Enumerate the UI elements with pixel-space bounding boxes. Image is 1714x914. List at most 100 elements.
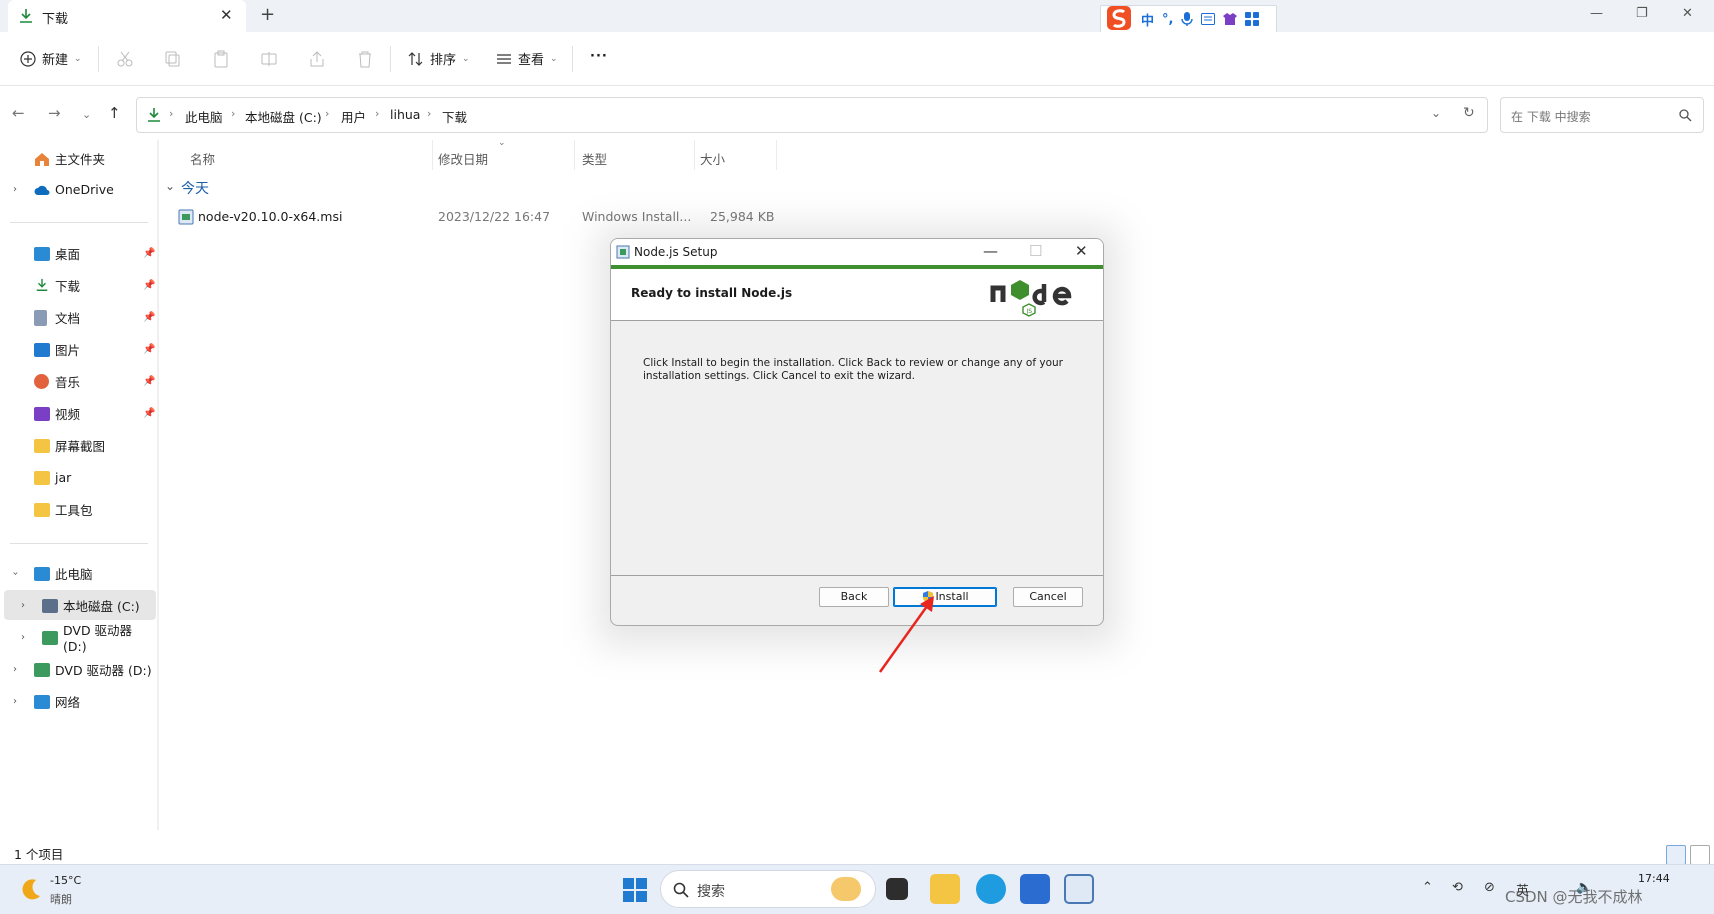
column-divider[interactable] <box>574 140 575 170</box>
pin-icon[interactable]: 📌 <box>143 408 155 419</box>
column-header-type[interactable]: 类型 <box>582 149 607 168</box>
breadcrumb-users[interactable]: 用户 <box>341 107 366 126</box>
back-arrow-icon[interactable]: ← <box>12 104 25 122</box>
refresh-icon[interactable]: ↻ <box>1463 105 1475 121</box>
maximize-window-button[interactable]: ❐ <box>1636 6 1648 21</box>
recent-chevron-icon[interactable]: ⌄ <box>82 108 91 121</box>
file-explorer-taskbar-icon[interactable] <box>930 874 960 904</box>
sidebar-item-drive-c[interactable]: › 本地磁盘 (C:) <box>4 590 156 620</box>
sidebar-item-documents[interactable]: 文档 📌 <box>0 302 156 332</box>
pin-icon[interactable]: 📌 <box>143 280 155 291</box>
edge-browser-icon[interactable] <box>976 874 1006 904</box>
taskbar-search-box[interactable]: 搜索 <box>660 870 876 908</box>
sidebar-item-onedrive[interactable]: › OneDrive <box>0 174 156 204</box>
column-divider[interactable] <box>432 140 433 170</box>
skin-shirt-icon[interactable] <box>1223 12 1238 26</box>
show-hidden-icons-chevron[interactable]: ⌃ <box>1422 880 1433 895</box>
weather-moon-icon[interactable] <box>18 876 44 902</box>
sidebar-item-dvd-d-root[interactable]: › DVD 驱动器 (D:) C <box>0 654 156 684</box>
address-history-chevron-icon[interactable]: ⌄ <box>1431 106 1441 120</box>
sidebar-item-desktop[interactable]: 桌面 📌 <box>0 238 156 268</box>
dialog-minimize-button[interactable]: — <box>983 242 998 260</box>
group-header-today[interactable]: 今天 <box>181 178 209 198</box>
sidebar-scrollbar[interactable] <box>157 140 159 830</box>
sort-button[interactable]: 排序 ⌄ <box>408 49 470 68</box>
sidebar-item-home[interactable]: 主文件夹 <box>0 143 156 173</box>
column-header-size[interactable]: 大小 <box>700 149 725 168</box>
search-input[interactable]: 在 下载 中搜索 <box>1511 108 1591 125</box>
expand-chevron-icon[interactable]: › <box>13 184 17 195</box>
collapse-chevron-icon[interactable]: › <box>10 571 21 575</box>
forward-arrow-icon[interactable]: → <box>48 104 61 122</box>
sidebar-item-this-pc[interactable]: › 此电脑 <box>0 558 156 588</box>
pin-icon[interactable]: 📌 <box>143 248 155 259</box>
search-icon[interactable] <box>1679 109 1692 122</box>
breadcrumb-drive-c[interactable]: 本地磁盘 (C:) <box>245 107 322 126</box>
column-divider[interactable] <box>694 140 695 170</box>
sort-arrows-icon <box>408 51 423 66</box>
sidebar-item-screenshots[interactable]: 屏幕截图 <box>0 430 156 460</box>
microsoft-store-icon[interactable] <box>1020 874 1050 904</box>
sidebar-item-videos[interactable]: 视频 📌 <box>0 398 156 428</box>
sync-icon[interactable]: ⟲ <box>1452 880 1463 895</box>
breadcrumb-lihua[interactable]: lihua <box>390 107 420 122</box>
network-status-icon[interactable]: ⊘ <box>1484 880 1495 895</box>
ime-toolbar[interactable]: 中 °, <box>1100 5 1277 33</box>
paste-icon[interactable] <box>212 50 230 68</box>
close-window-button[interactable]: ✕ <box>1682 6 1693 21</box>
tiles-view-toggle-icon[interactable] <box>1690 845 1710 865</box>
minimize-window-button[interactable]: — <box>1590 6 1603 21</box>
ime-mode[interactable]: 中 <box>1141 10 1154 29</box>
expand-chevron-icon[interactable]: › <box>13 696 17 707</box>
cut-icon[interactable] <box>116 50 134 68</box>
column-divider[interactable] <box>776 140 777 170</box>
sidebar-item-downloads[interactable]: 下载 📌 <box>0 270 156 300</box>
column-header-name[interactable]: 名称 <box>190 149 215 168</box>
details-view-toggle-icon[interactable] <box>1666 845 1686 865</box>
copy-icon[interactable] <box>164 50 182 68</box>
group-collapse-chevron-icon[interactable]: ⌄ <box>165 179 175 193</box>
microphone-icon[interactable] <box>1181 12 1194 26</box>
dialog-title-bar[interactable]: Node.js Setup — ☐ ✕ <box>611 239 1103 265</box>
sidebar-item-dvd-d[interactable]: › DVD 驱动器 (D:) <box>0 622 156 654</box>
file-size: 25,984 KB <box>710 209 775 224</box>
pin-icon[interactable]: 📌 <box>143 376 155 387</box>
share-icon[interactable] <box>308 50 326 68</box>
taskbar-clock[interactable]: 17:44 <box>1638 872 1670 885</box>
keyboard-icon[interactable] <box>1201 13 1216 25</box>
setup-taskbar-icon[interactable] <box>1064 874 1094 904</box>
expand-chevron-icon[interactable]: › <box>13 664 17 675</box>
sidebar-item-music[interactable]: 音乐 📌 <box>0 366 156 396</box>
expand-chevron-icon[interactable]: › <box>21 632 25 643</box>
breadcrumb-downloads[interactable]: 下载 <box>442 107 467 126</box>
up-arrow-icon[interactable]: ↑ <box>108 104 121 122</box>
tab-downloads[interactable]: 下载 ✕ <box>8 0 246 32</box>
breadcrumb-this-pc[interactable]: 此电脑 <box>185 107 223 126</box>
status-bar: 1 个项目 <box>0 840 1714 864</box>
task-view-icon[interactable] <box>886 878 908 900</box>
close-tab-icon[interactable]: ✕ <box>220 6 233 24</box>
network-icon <box>34 695 50 709</box>
toolbox-grid-icon[interactable] <box>1245 12 1260 26</box>
expand-chevron-icon[interactable]: › <box>21 600 25 611</box>
cancel-button[interactable]: Cancel <box>1013 587 1083 607</box>
more-options-button[interactable]: ··· <box>590 49 608 64</box>
sidebar-item-jar[interactable]: jar <box>0 462 156 492</box>
tab-label: 下载 <box>42 12 69 27</box>
new-tab-button[interactable]: + <box>260 4 275 25</box>
delete-icon[interactable] <box>356 50 374 68</box>
dialog-close-button[interactable]: ✕ <box>1075 242 1088 260</box>
sidebar-item-pictures[interactable]: 图片 📌 <box>0 334 156 364</box>
address-bar[interactable]: › 此电脑 › 本地磁盘 (C:) › 用户 › lihua › 下载 ⌄ ↻ <box>136 97 1488 133</box>
new-button[interactable]: 新建 ⌄ <box>20 49 82 68</box>
windows-start-icon[interactable] <box>622 877 648 903</box>
rename-icon[interactable] <box>260 50 278 68</box>
sidebar-item-toolkit[interactable]: 工具包 <box>0 494 156 524</box>
view-button[interactable]: 查看 ⌄ <box>496 49 558 68</box>
sidebar-item-network[interactable]: › 网络 <box>0 686 156 716</box>
ime-punct[interactable]: °, <box>1162 12 1173 27</box>
search-box[interactable]: 在 下载 中搜索 <box>1500 97 1704 133</box>
pin-icon[interactable]: 📌 <box>143 344 155 355</box>
pin-icon[interactable]: 📌 <box>143 312 155 323</box>
column-header-modified[interactable]: 修改日期 <box>438 149 488 168</box>
